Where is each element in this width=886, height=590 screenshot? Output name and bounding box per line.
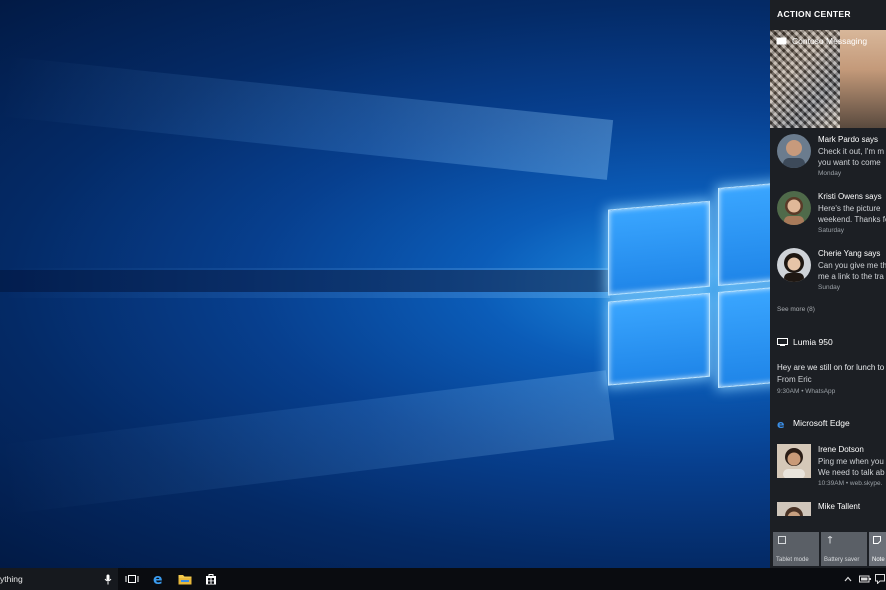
sender-name: Mike Tallent [818,502,861,511]
message-sender: From Eric [777,375,812,384]
search-placeholder: ything [0,574,23,584]
app-header-edge[interactable]: e Microsoft Edge [777,418,850,431]
message-line: Can you give me th [818,261,886,270]
sender-name: Kristi Owens says [818,192,882,201]
message-time: 10:39AM • web.skype. [818,480,883,487]
edge-icon[interactable]: e [151,572,167,586]
message-meta: 9:30AM • WhatsApp [777,388,836,395]
message-time: Monday [818,170,842,177]
light-beam [0,370,615,515]
notification-item[interactable]: Mark Pardo says Check it out, I'm m you … [770,128,886,184]
notification-item[interactable]: Kristi Owens says Here's the picture wee… [770,185,886,241]
note-icon [873,536,881,544]
app-name: Microsoft Edge [793,418,850,428]
action-center-icon[interactable] [874,572,886,586]
action-center-title: ACTION CENTER [777,9,851,19]
message-line: Check it out, I'm m [818,147,884,156]
battery-icon[interactable] [857,572,873,586]
see-more-link[interactable]: See more (8) [777,306,815,313]
svg-text:e: e [777,419,784,429]
wallpaper-shadow-band [0,270,610,292]
notification-item[interactable]: Cherie Yang says Can you give me th me a… [770,242,886,298]
battery-saver-icon [827,536,833,544]
svg-text:e: e [153,572,163,586]
task-view-icon[interactable] [124,572,140,586]
app-name: Lumia 950 [793,337,833,347]
message-text: Hey are we still on for lunch to [777,363,885,372]
message-line: weekend. Thanks fo [818,215,886,224]
avatar [777,444,811,478]
message-icon [776,37,787,45]
phone-icon [777,338,788,346]
quick-action-tablet-mode[interactable]: Tablet mode [773,532,819,566]
quick-action-label: Battery saver [824,557,860,563]
quick-action-battery-saver[interactable]: Battery saver [821,532,867,566]
store-icon[interactable] [203,572,219,586]
search-box[interactable]: ything [0,568,118,590]
edge-icon: e [777,418,788,431]
quick-action-label: Note [872,557,885,563]
chevron-up-icon[interactable] [840,572,856,586]
message-line: Ping me when you [818,457,884,466]
app-name: Contoso Messaging [792,36,868,46]
message-line: me a link to the tra [818,272,884,281]
quick-action-note[interactable]: Note [869,532,886,566]
light-beam [0,56,614,180]
message-line: you want to come [818,158,881,167]
notification-item[interactable]: Irene Dotson Ping me when you We need to… [770,438,886,494]
message-time: Saturday [818,227,845,234]
desktop-wallpaper [0,0,886,568]
app-header-lumia[interactable]: Lumia 950 [777,337,833,347]
avatar [777,502,811,516]
quick-actions: Tablet mode Battery saver Note [770,532,886,568]
app-header-contoso[interactable]: Contoso Messaging [776,36,867,46]
avatar [777,191,811,225]
notification-item[interactable]: Mike Tallent [770,496,886,516]
taskbar: ything e [0,568,886,590]
message-line: We need to talk ab [818,468,885,477]
tablet-icon [778,536,786,544]
message-time: Sunday [818,284,841,291]
avatar [777,248,811,282]
message-line: Here's the picture [818,204,881,213]
sender-name: Mark Pardo says [818,135,879,144]
action-center: ACTION CENTER Contoso Messaging Mark Par… [770,0,886,568]
file-explorer-icon[interactable] [177,572,193,586]
sender-name: Cherie Yang says [818,249,881,258]
sender-name: Irene Dotson [818,445,864,454]
quick-action-label: Tablet mode [776,557,809,563]
avatar [777,134,811,168]
microphone-icon[interactable] [100,572,116,586]
